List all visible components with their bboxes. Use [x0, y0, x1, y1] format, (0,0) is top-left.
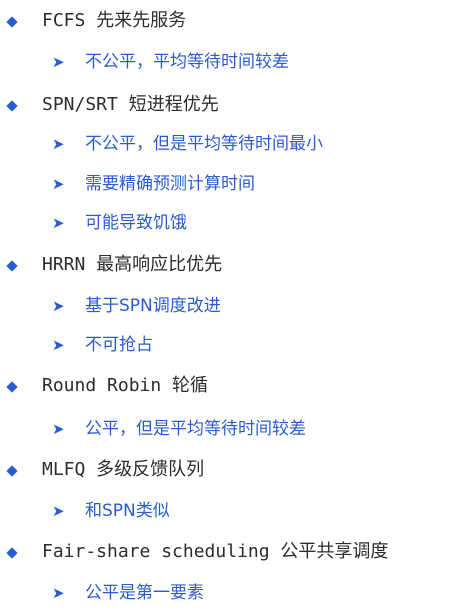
diamond-bullet-icon [6, 260, 18, 272]
arrow-bullet-icon: ➤ [52, 336, 65, 354]
arrow-bullet-icon: ➤ [52, 214, 65, 232]
list-item-text: 不公平，平均等待时间较差 [85, 52, 289, 72]
arrow-bullet-icon: ➤ [52, 175, 65, 193]
slide: FCFS 先来先服务 ➤ 不公平，平均等待时间较差 SPN/SRT 短进程优先 … [0, 0, 455, 607]
diamond-bullet-icon [6, 465, 18, 477]
diamond-bullet-icon [6, 100, 18, 112]
list-item-text: 公平是第一要素 [85, 583, 204, 603]
diamond-bullet-icon [6, 547, 18, 559]
list-item-text: 需要精确预测计算时间 [85, 174, 255, 194]
arrow-bullet-icon: ➤ [52, 297, 65, 315]
arrow-bullet-icon: ➤ [52, 502, 65, 520]
arrow-bullet-icon: ➤ [52, 135, 65, 153]
list-item-text: SPN/SRT 短进程优先 [42, 94, 219, 115]
arrow-bullet-icon: ➤ [52, 584, 65, 602]
list-item-text: Round Robin 轮循 [42, 375, 209, 396]
diamond-bullet-icon [6, 16, 18, 28]
diamond-bullet-icon [6, 381, 18, 393]
list-item-text: Fair-share scheduling 公平共享调度 [42, 541, 389, 562]
list-item-text: MLFQ 多级反馈队列 [42, 459, 205, 480]
arrow-bullet-icon: ➤ [52, 420, 65, 438]
arrow-bullet-icon: ➤ [52, 53, 65, 71]
list-item-text: HRRN 最高响应比优先 [42, 254, 223, 275]
list-item-text: 可能导致饥饿 [85, 213, 187, 233]
list-item-text: 和SPN类似 [85, 501, 170, 521]
list-item-text: 基于SPN调度改进 [85, 296, 221, 316]
list-item-text: 不公平，但是平均等待时间最小 [85, 134, 323, 154]
list-item-text: 公平，但是平均等待时间较差 [85, 419, 306, 439]
list-item-text: 不可抢占 [85, 335, 153, 355]
list-item-text: FCFS 先来先服务 [42, 10, 187, 31]
